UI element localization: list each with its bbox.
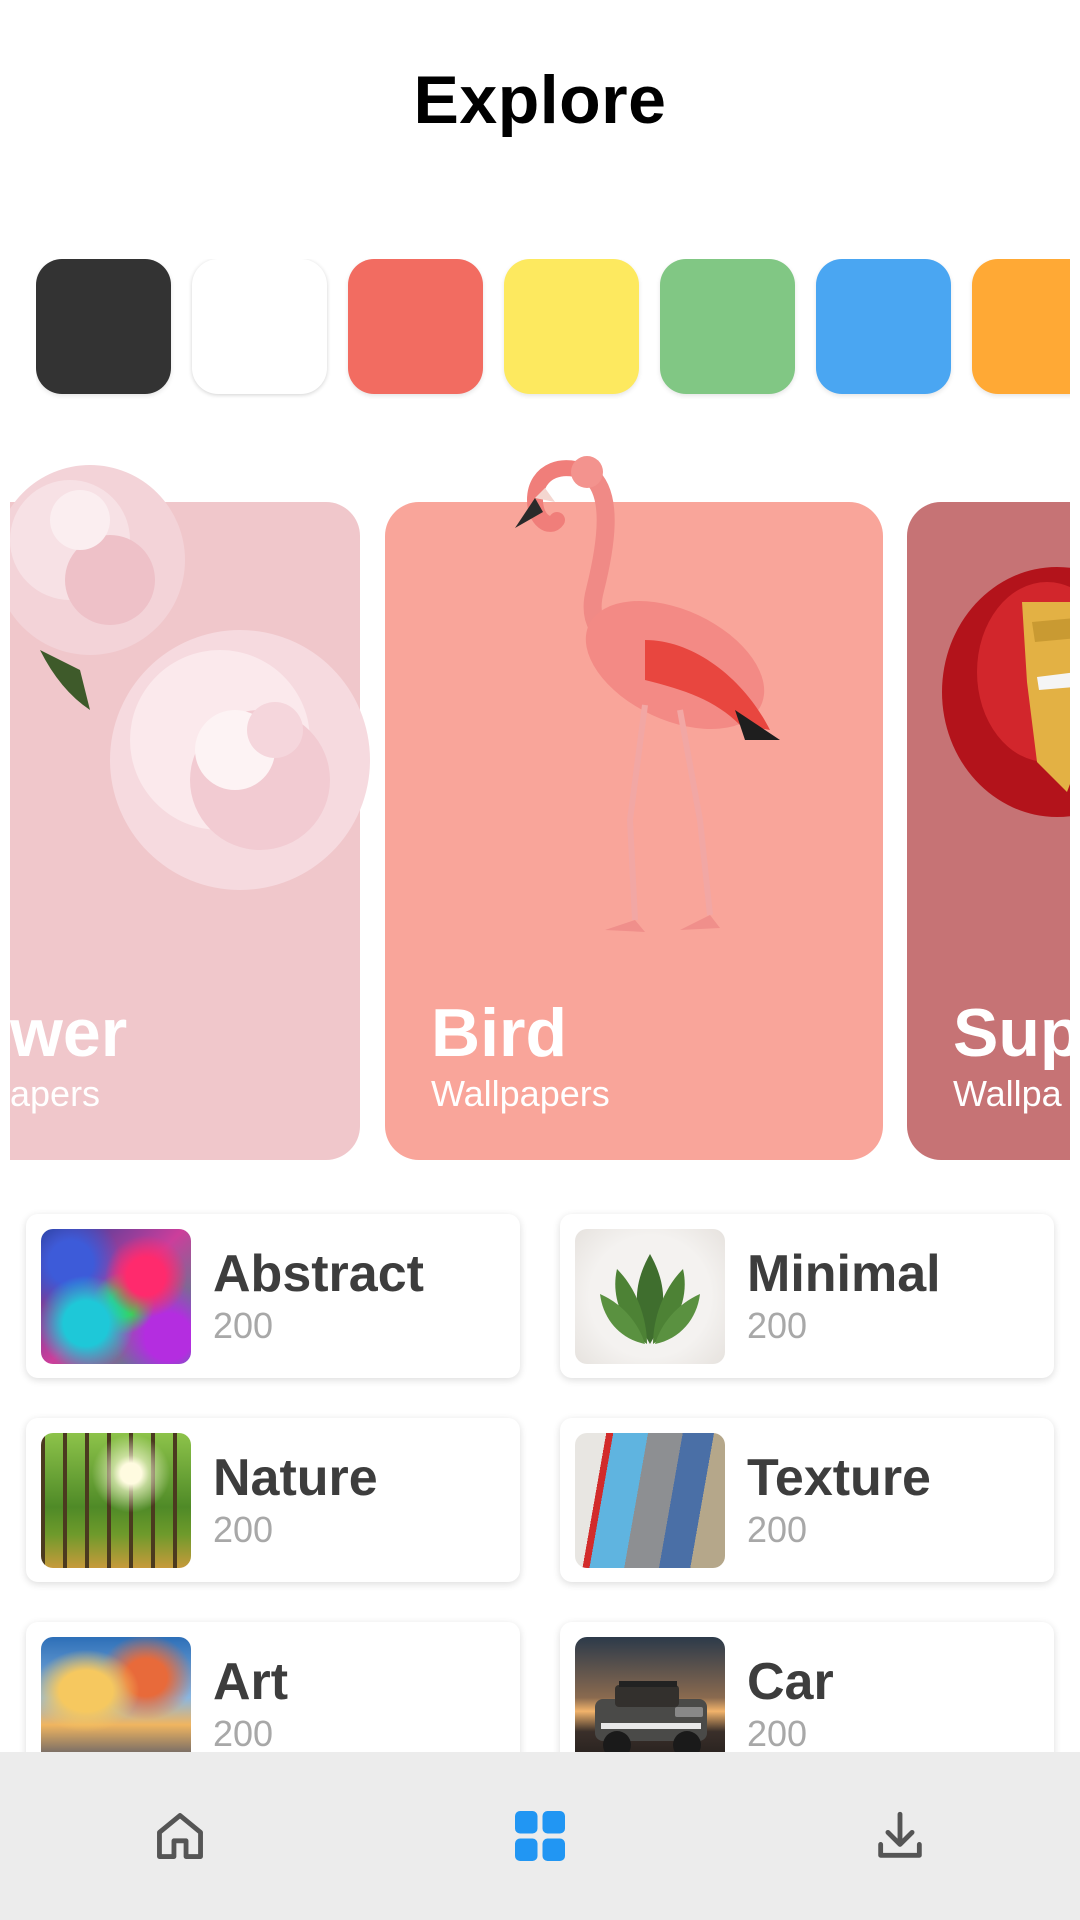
nav-downloads-button[interactable]	[820, 1776, 980, 1896]
category-card-minimal[interactable]: Minimal 200	[560, 1214, 1054, 1378]
app-header: Explore	[0, 0, 1080, 200]
category-count: 200	[213, 1509, 274, 1550]
page-title: Explore	[413, 62, 667, 138]
category-name: Art	[213, 1653, 289, 1711]
category-name: Abstract	[213, 1245, 424, 1303]
category-card-abstract[interactable]: Abstract 200	[26, 1214, 520, 1378]
category-count: 200	[747, 1305, 808, 1346]
category-name: Minimal	[747, 1245, 941, 1303]
nav-home-button[interactable]	[100, 1776, 260, 1896]
color-swatch-orange[interactable]	[972, 259, 1070, 394]
category-card-texture[interactable]: Texture 200	[560, 1418, 1054, 1582]
color-swatch-white[interactable]	[192, 259, 327, 394]
featured-card-subtitle: apers	[10, 1073, 101, 1114]
texture-thumbnail	[575, 1432, 725, 1568]
color-swatch-green[interactable]	[660, 259, 795, 394]
bottom-navigation	[0, 1752, 1080, 1920]
category-count: 200	[213, 1713, 274, 1754]
leaf-plant-icon	[600, 1253, 700, 1344]
featured-card-flower[interactable]: wer apers	[10, 465, 370, 1160]
nature-thumbnail	[41, 1432, 191, 1568]
featured-card-title: wer	[10, 995, 128, 1071]
category-grid: Abstract 200 Minimal 200 Nature 200 Text…	[26, 1214, 1056, 1786]
category-count: 200	[747, 1713, 808, 1754]
featured-card-subtitle: Wallpapers	[431, 1073, 610, 1114]
minimal-thumbnail	[575, 1228, 725, 1364]
category-count: 200	[747, 1509, 808, 1550]
featured-card-superhero[interactable]: Sup Wallpa	[907, 502, 1070, 1160]
category-card-nature[interactable]: Nature 200	[26, 1418, 520, 1582]
nav-explore-button[interactable]	[460, 1776, 620, 1896]
featured-card-title: Bird	[431, 995, 567, 1071]
grid-icon	[515, 1811, 565, 1861]
category-name: Nature	[213, 1449, 378, 1507]
category-name: Car	[747, 1653, 834, 1711]
category-count: 200	[213, 1305, 274, 1346]
flamingo-image	[515, 456, 780, 932]
featured-carousel[interactable]: wer apers Bird Wallpapers Sup Wallpa	[10, 440, 1070, 1180]
color-swatch-red[interactable]	[348, 259, 483, 394]
color-swatch-black[interactable]	[36, 259, 171, 394]
color-swatch-row	[36, 259, 1070, 399]
iron-man-helmet-image	[942, 567, 1070, 817]
category-name: Texture	[747, 1449, 931, 1507]
featured-card-subtitle: Wallpa	[953, 1073, 1062, 1114]
home-icon	[157, 1813, 203, 1859]
color-swatch-blue[interactable]	[816, 259, 951, 394]
featured-card-bird[interactable]: Bird Wallpapers	[385, 456, 883, 1160]
download-icon	[878, 1811, 922, 1858]
color-swatch-yellow[interactable]	[504, 259, 639, 394]
featured-card-title: Sup	[953, 995, 1070, 1071]
abstract-thumbnail	[41, 1228, 191, 1364]
